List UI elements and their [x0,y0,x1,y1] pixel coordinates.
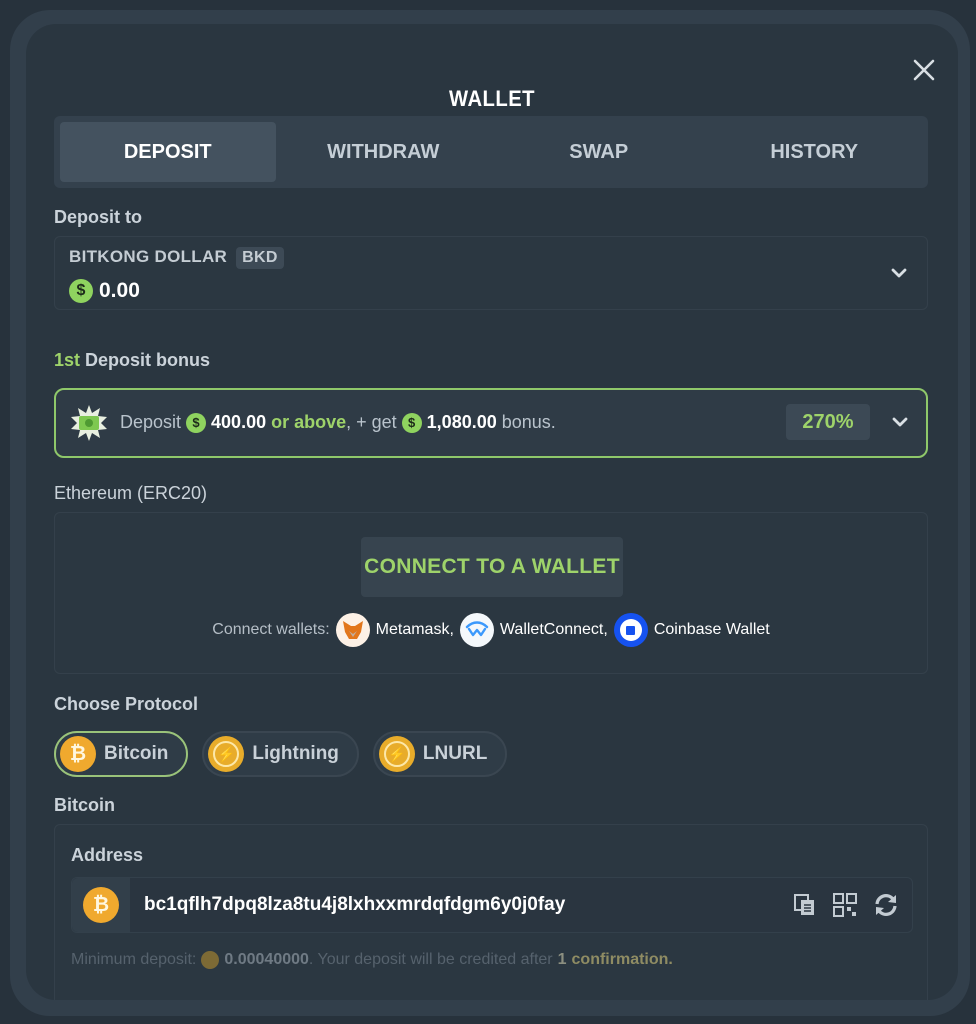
bonus-coin-icon: $ [401,412,422,433]
choose-protocol-label: Choose Protocol [54,694,199,714]
deposit-to-label: Deposit to [54,207,142,227]
wallet-coinbase-label: Coinbase Wallet [653,621,770,638]
currency-name-row: BITKONG DOLLAR BKD [69,247,284,269]
wallet-walletconnect-label: WalletConnect, [499,621,608,638]
bonus-min-amount: 400.00 [211,412,267,432]
protocol-lightning[interactable]: ⚡ Lightning [202,731,359,777]
lightning-icon: ⚡ [208,736,245,772]
tab-withdraw[interactable]: WITHDRAW [276,122,492,182]
lightning-icon: ⚡ [378,736,415,772]
ethereum-label: Ethereum (ERC20) [54,483,208,503]
wallet-tabs: DEPOSIT WITHDRAW SWAP HISTORY [54,116,928,188]
refresh-icon[interactable] [872,892,900,918]
coinbase-icon [613,613,648,647]
bonus-suffix: bonus. [501,412,556,432]
credit-text: . Your deposit will be credited after [308,951,553,968]
deposit-address[interactable]: bc1qflh7dpq8lza8tu4j8lxhxxmrdqfdgm6y0j0f… [144,894,565,916]
deposit-bonus-card[interactable]: Deposit $ 400.00 or above, + get $ 1,080… [54,388,928,458]
protocol-lnurl-label: LNURL [422,743,488,764]
currency-code-badge: BKD [236,247,284,269]
tab-history[interactable]: HISTORY [707,122,923,182]
qr-code-icon[interactable] [832,892,858,918]
minimum-deposit-note: Minimum deposit: 0.00040000. Your deposi… [71,951,673,969]
bonus-text-prefix: Deposit [120,412,182,432]
protocol-lightning-label: Lightning [252,743,339,764]
address-field[interactable]: ₿ bc1qflh7dpq8lza8tu4j8lxhxxmrdqfdgm6y0j… [71,877,913,933]
protocol-bitcoin[interactable]: ₿ Bitcoin [54,731,189,777]
address-label: Address [71,845,144,865]
chevron-down-icon[interactable] [890,412,910,432]
wallet-metamask[interactable]: Metamask, [335,613,454,647]
connect-wallet-button[interactable]: CONNECT TO A WALLET [361,537,623,597]
protocol-options: ₿ Bitcoin ⚡ Lightning ⚡ LNURL [54,731,508,777]
wallet-walletconnect[interactable]: WalletConnect, [459,613,608,647]
wallet-coinbase[interactable]: Coinbase Wallet [613,613,770,647]
tab-deposit[interactable]: DEPOSIT [60,122,276,182]
walletconnect-icon [459,613,494,647]
chevron-down-icon[interactable] [889,263,909,283]
wallet-metamask-label: Metamask, [375,621,454,638]
address-coin: ₿ [72,878,130,932]
confirmation-count: 1 [557,951,567,968]
currency-name: BITKONG DOLLAR [69,247,228,266]
dollar-coin-icon: $ [69,279,93,303]
bonus-or-above: or above [271,412,347,432]
bonus-percent-badge: 270% [786,404,870,440]
confirmation-word: confirmation. [571,951,673,968]
connect-wallets-label: Connect wallets: [212,621,330,638]
close-icon[interactable] [910,56,938,84]
tab-swap[interactable]: SWAP [491,122,707,182]
bonus-label-text: Deposit bonus [80,350,211,370]
modal-title: WALLET [449,86,535,111]
ethereum-connect-panel: CONNECT TO A WALLET Connect wallets: Met… [54,512,928,674]
copy-icon[interactable] [792,892,818,918]
bitcoin-section-label: Bitcoin [54,795,115,815]
currency-select[interactable]: BITKONG DOLLAR BKD $ 0.00 [54,236,928,310]
address-actions [792,892,900,918]
bonus-label-highlight: 1st [54,350,81,370]
min-deposit-label: Minimum deposit: [71,951,197,968]
wallet-modal: WALLET DEPOSIT WITHDRAW SWAP HISTORY Dep… [26,24,958,1000]
bonus-mid-text: , + get [346,412,397,432]
min-deposit-value: 0.00040000 [224,951,309,968]
bonus-burst-icon [71,405,107,441]
bitcoin-icon [201,951,220,969]
balance-row: $ 0.00 [69,279,140,303]
protocol-lnurl[interactable]: ⚡ LNURL [372,731,508,777]
dollar-coin-icon: $ [186,412,207,433]
bitcoin-icon: ₿ [83,887,119,923]
wallet-options: Connect wallets: Metamask, WalletConnect… [55,613,927,647]
bonus-amount: 1,080.00 [426,412,497,432]
bonus-text: Deposit $ 400.00 or above, + get $ 1,080… [120,412,556,433]
balance-value: 0.00 [99,279,140,302]
protocol-bitcoin-label: Bitcoin [104,743,169,764]
metamask-icon [335,613,370,647]
deposit-bonus-label: 1st Deposit bonus [54,350,210,371]
bitcoin-address-panel: Address ₿ bc1qflh7dpq8lza8tu4j8lxhxxmrdq… [54,824,928,1000]
bitcoin-icon: ₿ [60,736,96,772]
